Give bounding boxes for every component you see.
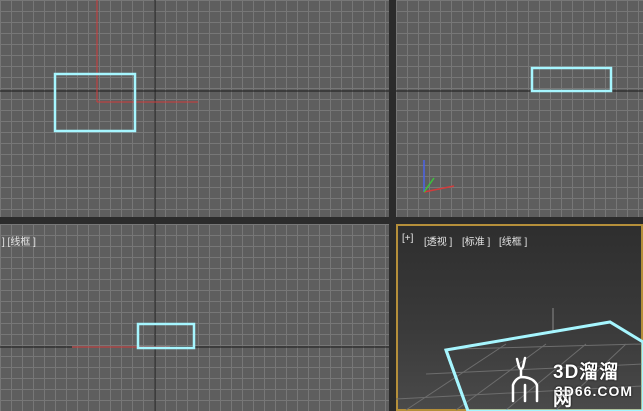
- deer-icon: [511, 356, 539, 403]
- viewport-front[interactable]: [396, 0, 643, 217]
- viewport-left[interactable]: ] [线框 ]: [0, 224, 389, 411]
- watermark-text-domain: 3D66.COM: [555, 383, 634, 399]
- selected-box-front: [530, 66, 613, 93]
- top-viewport-canvas: [0, 0, 389, 217]
- viewport-top[interactable]: [0, 0, 389, 217]
- watermark-logo: 3D溜溜网 3D66.COM: [503, 355, 639, 410]
- left-viewport-canvas: [0, 224, 389, 411]
- viewport-perspective[interactable]: [+] [透视 ] [标准 ] [线框 ] 3D溜溜网 3D66.COM: [396, 224, 643, 411]
- front-viewport-canvas: [396, 66, 643, 193]
- selected-box-left: [136, 322, 196, 350]
